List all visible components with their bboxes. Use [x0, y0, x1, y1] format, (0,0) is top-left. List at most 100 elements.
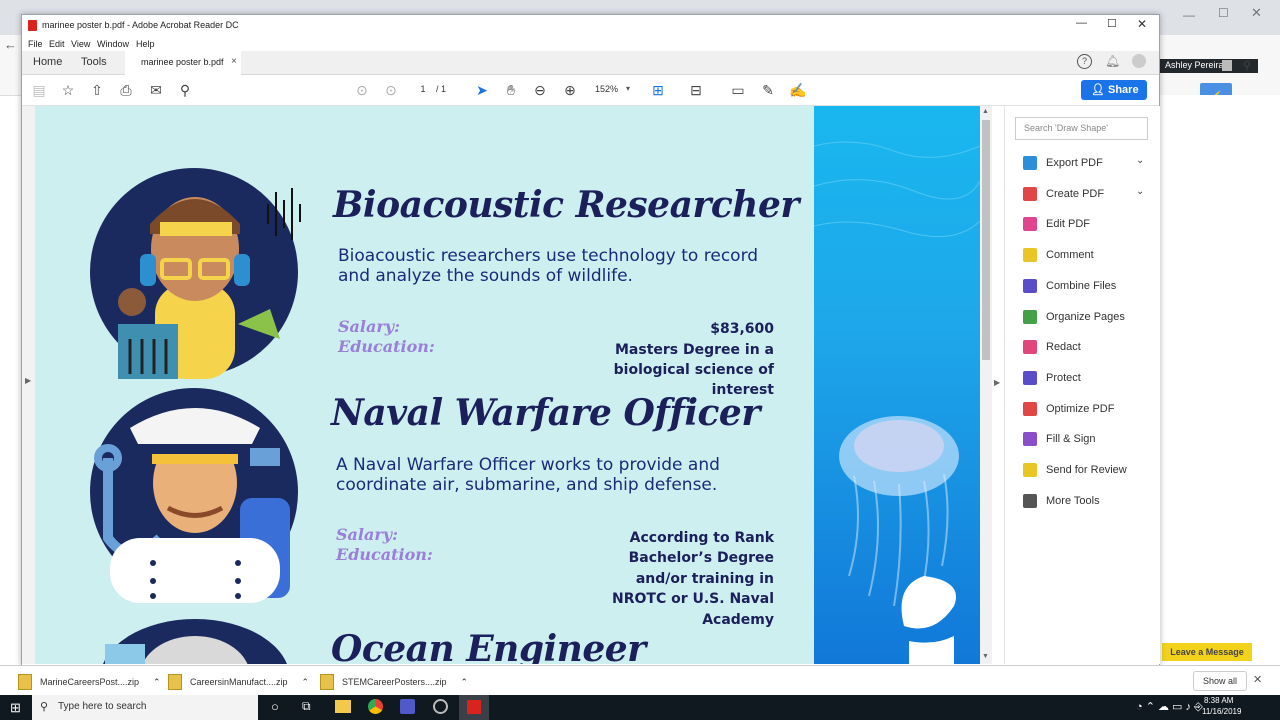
tab-document[interactable]: marinee poster b.pdf ×	[125, 51, 241, 75]
tool-protect[interactable]: Protect	[1023, 367, 1081, 389]
scrollbar-thumb[interactable]	[982, 120, 990, 360]
maximize-icon[interactable]: ☐	[1218, 6, 1229, 20]
teams-icon[interactable]	[400, 699, 415, 714]
maximize-icon[interactable]: ☐	[1107, 17, 1117, 30]
tool-more-tools[interactable]: More Tools	[1023, 490, 1100, 512]
collapse-right-pane-icon[interactable]: ▶	[994, 378, 1000, 387]
email-icon[interactable]: ✉	[148, 82, 164, 98]
chrome-icon[interactable]	[368, 699, 383, 714]
protect-icon	[1023, 370, 1037, 385]
user-name[interactable]: Ashley Pereira	[1165, 60, 1224, 70]
tool-redact[interactable]: Redact	[1023, 336, 1081, 358]
close-tab-icon[interactable]: ×	[231, 56, 237, 67]
redact-icon	[1023, 340, 1037, 355]
tab-bar: Home Tools marinee poster b.pdf × ? 🔔︎	[22, 51, 1159, 75]
tool-comment[interactable]: Comment	[1023, 244, 1094, 266]
avatar[interactable]	[1222, 60, 1232, 71]
recorder-icon[interactable]	[433, 699, 448, 714]
leave-message-button[interactable]: Leave a Message	[1162, 643, 1252, 661]
download-filename: STEMCareerPosters....zip	[342, 677, 447, 687]
help-icon[interactable]: ?	[1077, 54, 1092, 69]
minimize-icon[interactable]: —	[1076, 17, 1087, 29]
education-value-1: Masters Degree in a	[614, 342, 774, 358]
close-icon[interactable]: ✕	[1137, 17, 1147, 31]
minimize-icon[interactable]: —	[1183, 8, 1195, 22]
tool-label: Create PDF	[1046, 187, 1105, 200]
vertical-scrollbar[interactable]: ▲ ▼	[980, 106, 992, 664]
chevron-down-icon[interactable]: ⌄	[1136, 186, 1144, 197]
acrobat-taskbar-button[interactable]	[459, 695, 489, 720]
tab-tools[interactable]: Tools	[81, 56, 107, 68]
zip-file-icon	[168, 674, 182, 690]
taskbar-search-box[interactable]: ⚲ Type here to search	[32, 695, 258, 720]
system-tray-icons[interactable]: ◔ ⌃ ☁ ▭ ♪ ⎆	[1136, 700, 1203, 714]
tool-combine-files[interactable]: Combine Files	[1023, 275, 1116, 297]
tool-fill-sign[interactable]: Fill & Sign	[1023, 428, 1096, 450]
comment-toolbar-icon[interactable]: ▭	[730, 82, 746, 98]
tool-send-for-review[interactable]: Send for Review	[1023, 459, 1127, 481]
show-all-button[interactable]: Show all	[1193, 671, 1247, 691]
scroll-up-icon[interactable]: ▲	[982, 108, 989, 115]
chevron-up-icon[interactable]: ⌃	[461, 677, 469, 688]
menu-window[interactable]: Window	[97, 39, 129, 49]
tool-export-pdf[interactable]: Export PDF	[1023, 152, 1103, 174]
download-item[interactable]: MarineCareersPost....zip ⌃	[18, 672, 161, 692]
windows-start-icon[interactable]: ⊞	[10, 700, 21, 716]
print-icon[interactable]: ⎙	[118, 82, 134, 98]
zoom-search-icon[interactable]: ⚲	[177, 82, 193, 98]
zoom-in-icon[interactable]: ⊕	[562, 82, 578, 98]
tools-search-input[interactable]: Search 'Draw Shape'	[1015, 117, 1148, 140]
clock-date[interactable]: 11/16/2019	[1202, 707, 1241, 716]
tool-optimize-pdf[interactable]: Optimize PDF	[1023, 398, 1114, 420]
education-value-2: Academy	[702, 612, 774, 628]
page-number-input[interactable]: 1	[415, 84, 431, 94]
download-filename: CareersinManufact....zip	[190, 677, 288, 687]
upload-icon[interactable]: ⇧	[89, 82, 105, 98]
select-arrow-icon[interactable]: ➤	[474, 82, 490, 98]
download-item[interactable]: STEMCareerPosters....zip ⌃	[320, 672, 468, 692]
organize-pages-icon	[1023, 309, 1037, 324]
search-icon[interactable]: ⚲	[1243, 59, 1251, 72]
file-explorer-icon[interactable]	[335, 700, 351, 713]
zoom-out-icon[interactable]: ⊖	[532, 82, 548, 98]
save-icon[interactable]: ▤	[31, 82, 47, 98]
chevron-down-icon[interactable]: ⌄	[1136, 155, 1144, 166]
menu-file[interactable]: File	[28, 39, 43, 49]
highlight-pen-icon[interactable]: ✎	[760, 82, 776, 98]
tool-label: Comment	[1046, 249, 1094, 262]
chevron-up-icon[interactable]: ⌃	[302, 677, 310, 688]
scroll-mode-icon[interactable]: ⊟	[688, 82, 704, 98]
task-view-icon[interactable]: ⧉	[302, 699, 311, 714]
menu-edit[interactable]: Edit	[49, 39, 65, 49]
download-filename: MarineCareersPost....zip	[40, 677, 140, 687]
expand-left-icon[interactable]: ▶	[25, 376, 31, 385]
close-icon[interactable]: ✕	[1251, 5, 1262, 21]
download-item[interactable]: CareersinManufact....zip ⌃	[168, 672, 309, 692]
zoom-level[interactable]: 152%	[595, 84, 618, 94]
hand-icon[interactable]: ✋︎	[503, 82, 519, 98]
tab-home[interactable]: Home	[33, 56, 62, 68]
tool-edit-pdf[interactable]: Edit PDF	[1023, 213, 1090, 235]
sign-icon[interactable]: ✍	[789, 82, 806, 98]
chevron-up-icon[interactable]: ⌃	[153, 677, 161, 688]
next-page-icon[interactable]: ⊙	[383, 82, 399, 98]
career-description-1-line2: and analyze the sounds of wildlife.	[338, 266, 633, 286]
fit-page-icon[interactable]: ⊞	[650, 82, 666, 98]
share-button[interactable]: 👤︎ Share	[1081, 80, 1147, 100]
tool-create-pdf[interactable]: Create PDF	[1023, 183, 1104, 205]
account-icon[interactable]	[1132, 54, 1146, 68]
back-icon[interactable]: ←	[4, 37, 17, 52]
education-value-2: and/or training in	[635, 571, 774, 587]
scroll-down-icon[interactable]: ▼	[982, 653, 989, 660]
cortana-icon[interactable]: ○	[271, 699, 279, 714]
bell-icon[interactable]: 🔔︎	[1105, 54, 1120, 68]
menu-view[interactable]: View	[71, 39, 90, 49]
prev-page-icon[interactable]: ⊙	[354, 82, 370, 98]
clock-time[interactable]: 8:38 AM	[1204, 696, 1233, 705]
career-title-3: Ocean Engineer	[331, 628, 646, 664]
menu-help[interactable]: Help	[136, 39, 155, 49]
bookmark-star-icon[interactable]: ☆	[60, 82, 76, 98]
close-downloads-icon[interactable]: ✕	[1253, 673, 1262, 686]
zoom-dropdown-icon[interactable]: ▾	[626, 84, 630, 93]
tool-organize-pages[interactable]: Organize Pages	[1023, 306, 1125, 328]
